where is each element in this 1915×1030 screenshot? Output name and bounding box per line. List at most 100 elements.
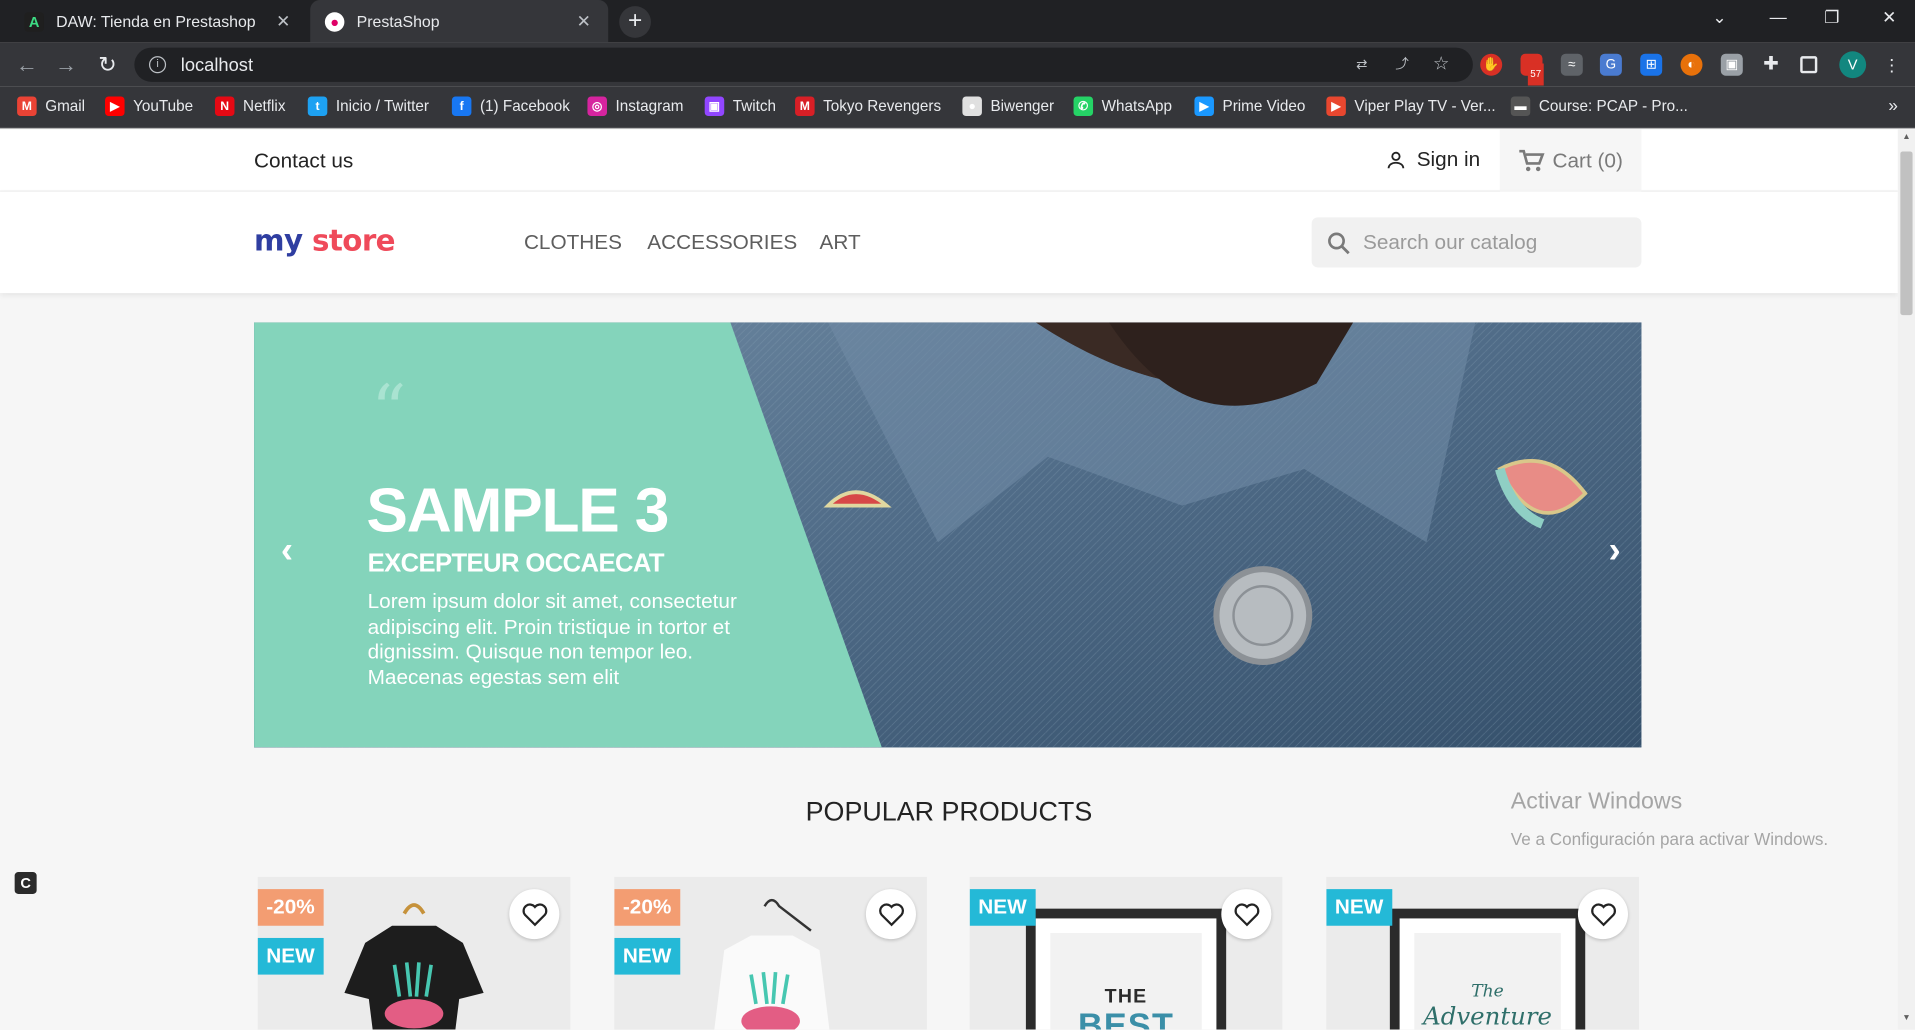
bookmark-label: Prime Video <box>1222 97 1306 115</box>
reload-icon[interactable]: ↻ <box>95 53 119 77</box>
bookmark-label: Inicio / Twitter <box>335 97 429 115</box>
bookmark-item[interactable]: ▶ Viper Play TV - Ver... <box>1326 96 1496 117</box>
close-icon[interactable]: ✕ <box>574 11 594 32</box>
bookmark-item[interactable]: M Gmail <box>17 96 85 117</box>
search-input[interactable] <box>1362 230 1620 255</box>
heart-icon <box>1590 902 1616 926</box>
bookmark-favicon-icon: ● <box>962 96 982 117</box>
bookmark-favicon-icon: f <box>451 96 472 117</box>
new-badge: NEW <box>969 889 1036 926</box>
share-icon[interactable]: ⤴ <box>1391 54 1413 76</box>
chevron-left-icon[interactable]: ‹ <box>272 530 301 572</box>
product-card[interactable]: -20% NEW <box>257 876 571 1030</box>
close-window-button[interactable]: ✕ <box>1877 7 1901 28</box>
bookmark-item[interactable]: ◎ Instagram <box>587 96 683 117</box>
bookmark-item[interactable]: t Inicio / Twitter <box>307 96 429 117</box>
store-logo[interactable]: my store <box>254 223 396 258</box>
bookmark-label: Twitch <box>732 97 777 115</box>
menu-art[interactable]: Art <box>819 231 860 255</box>
bookmark-item[interactable]: ▣ Twitch <box>704 96 777 117</box>
scroll-up-icon[interactable]: ▲ <box>1902 133 1912 142</box>
slide-text: Lorem ipsum dolor sit amet, consectetur … <box>367 589 737 689</box>
puzzle-icon[interactable]: ✚ <box>1760 54 1782 76</box>
cart-button[interactable]: Cart (0) <box>1499 129 1642 192</box>
ccleaner-icon[interactable]: C <box>14 872 37 894</box>
bookmark-item[interactable]: ✆ WhatsApp <box>1073 96 1172 117</box>
menu-accessories[interactable]: Accessories <box>647 231 797 255</box>
bookmark-item[interactable]: ● Biwenger <box>962 96 1054 117</box>
bookmark-item[interactable]: ▶ YouTube <box>105 96 194 117</box>
close-icon[interactable]: ✕ <box>274 11 294 32</box>
extension-icon[interactable]: ⊞ <box>1640 53 1663 76</box>
scrollbar-thumb[interactable] <box>1900 151 1913 316</box>
bookmark-favicon-icon: ▶ <box>1194 96 1214 117</box>
back-icon[interactable]: ← <box>15 53 39 77</box>
bookmark-favicon-icon: ◎ <box>587 96 607 117</box>
profile-avatar[interactable]: V <box>1839 51 1867 79</box>
bookmark-label: YouTube <box>133 97 194 115</box>
forward-icon[interactable]: → <box>54 53 78 77</box>
new-tab-button[interactable]: + <box>619 6 651 38</box>
site-info-icon[interactable]: i <box>148 56 167 74</box>
menu-dots-icon[interactable]: ⋮ <box>1881 54 1903 76</box>
contact-us-link[interactable]: Contact us <box>254 149 353 173</box>
bookmark-label: Course: PCAP - Pro... <box>1538 97 1688 115</box>
bookmark-favicon-icon: t <box>307 96 328 117</box>
extension-icon[interactable]: ◐ <box>1680 53 1703 76</box>
bookmark-favicon-icon: M <box>17 96 37 117</box>
bookmark-item[interactable]: f (1) Facebook <box>451 96 570 117</box>
sign-in-label: Sign in <box>1416 147 1481 171</box>
heart-icon <box>521 902 547 926</box>
sign-in-link[interactable]: Sign in <box>1385 148 1480 172</box>
wishlist-button[interactable] <box>1577 889 1628 940</box>
extension-icon[interactable]: G <box>1599 53 1622 76</box>
bookmark-label: Tokyo Revengers <box>823 97 942 115</box>
wishlist-button[interactable] <box>865 889 916 940</box>
user-icon <box>1387 151 1405 169</box>
logo-store: store <box>312 223 395 258</box>
product-card[interactable]: THE BEST NEW <box>969 876 1283 1030</box>
search-icon[interactable] <box>1326 230 1350 254</box>
search-box[interactable] <box>1311 217 1642 268</box>
hero-slider[interactable]: “ SAMPLE 3 EXCEPTEUR OCCAECAT Lorem ipsu… <box>254 322 1642 748</box>
browser-tab-prestashop[interactable]: ● PrestaShop ✕ <box>310 0 609 43</box>
chevron-right-icon[interactable]: › <box>1600 530 1629 572</box>
cart-label: Cart (0) <box>1552 148 1623 172</box>
bookmark-favicon-icon: ▶ <box>1326 96 1346 117</box>
bookmark-star-icon[interactable]: ☆ <box>1430 54 1452 76</box>
menu-clothes[interactable]: Clothes <box>524 231 622 255</box>
bookmark-item[interactable]: ▬ Course: PCAP - Pro... <box>1510 96 1688 117</box>
bookmark-label: Netflix <box>243 97 286 115</box>
discount-badge: -20% <box>614 889 680 926</box>
side-panel-icon[interactable] <box>1800 56 1818 74</box>
heart-icon <box>878 902 904 926</box>
windows-watermark-text: Ve a Configuración para activar Windows. <box>1510 829 1829 849</box>
tab-title: DAW: Tienda en Prestashop <box>56 12 256 31</box>
bookmarks-bar: » M Gmail ▶ YouTube N Netflix t Inicio / Twitte… <box>0 86 1915 129</box>
bookmark-item[interactable]: M Tokyo Revengers <box>795 96 942 117</box>
address-bar[interactable]: i localhost <box>134 47 1473 82</box>
slide-title: SAMPLE 3 <box>366 475 669 545</box>
bookmark-item[interactable]: N Netflix <box>214 96 286 117</box>
webpage: Contact us Sign in Cart (0) my store Clo… <box>0 129 1898 1030</box>
browser-tab-daw[interactable]: A DAW: Tienda en Prestashop ✕ <box>10 0 308 43</box>
scroll-down-icon[interactable]: ▼ <box>1902 1014 1912 1023</box>
page-scrollbar[interactable]: ▲ ▼ <box>1897 129 1915 1030</box>
extension-icon[interactable]: ▣ <box>1720 53 1743 76</box>
wishlist-button[interactable] <box>509 889 560 940</box>
wishlist-button[interactable] <box>1221 889 1272 940</box>
product-card[interactable]: -20% NEW <box>614 876 927 1030</box>
restore-button[interactable]: ❐ <box>1820 7 1844 28</box>
bookmark-item[interactable]: ▶ Prime Video <box>1194 96 1306 117</box>
extension-icon[interactable]: 57 <box>1520 53 1544 86</box>
minimize-button[interactable]: — <box>1766 7 1790 27</box>
translate-icon[interactable]: ⇄ <box>1351 54 1373 76</box>
url-text: localhost <box>180 54 254 76</box>
android-studio-icon: A <box>24 11 44 32</box>
product-card[interactable]: The Adventure NEW <box>1326 876 1639 1030</box>
tab-search-icon[interactable]: ⌄ <box>1707 7 1731 28</box>
adblock-icon[interactable]: ✋ <box>1480 53 1503 76</box>
bookmark-favicon-icon: ▣ <box>704 96 725 117</box>
extension-icon[interactable]: ≈ <box>1560 53 1583 76</box>
more-bookmarks-icon[interactable]: » <box>1888 95 1898 115</box>
